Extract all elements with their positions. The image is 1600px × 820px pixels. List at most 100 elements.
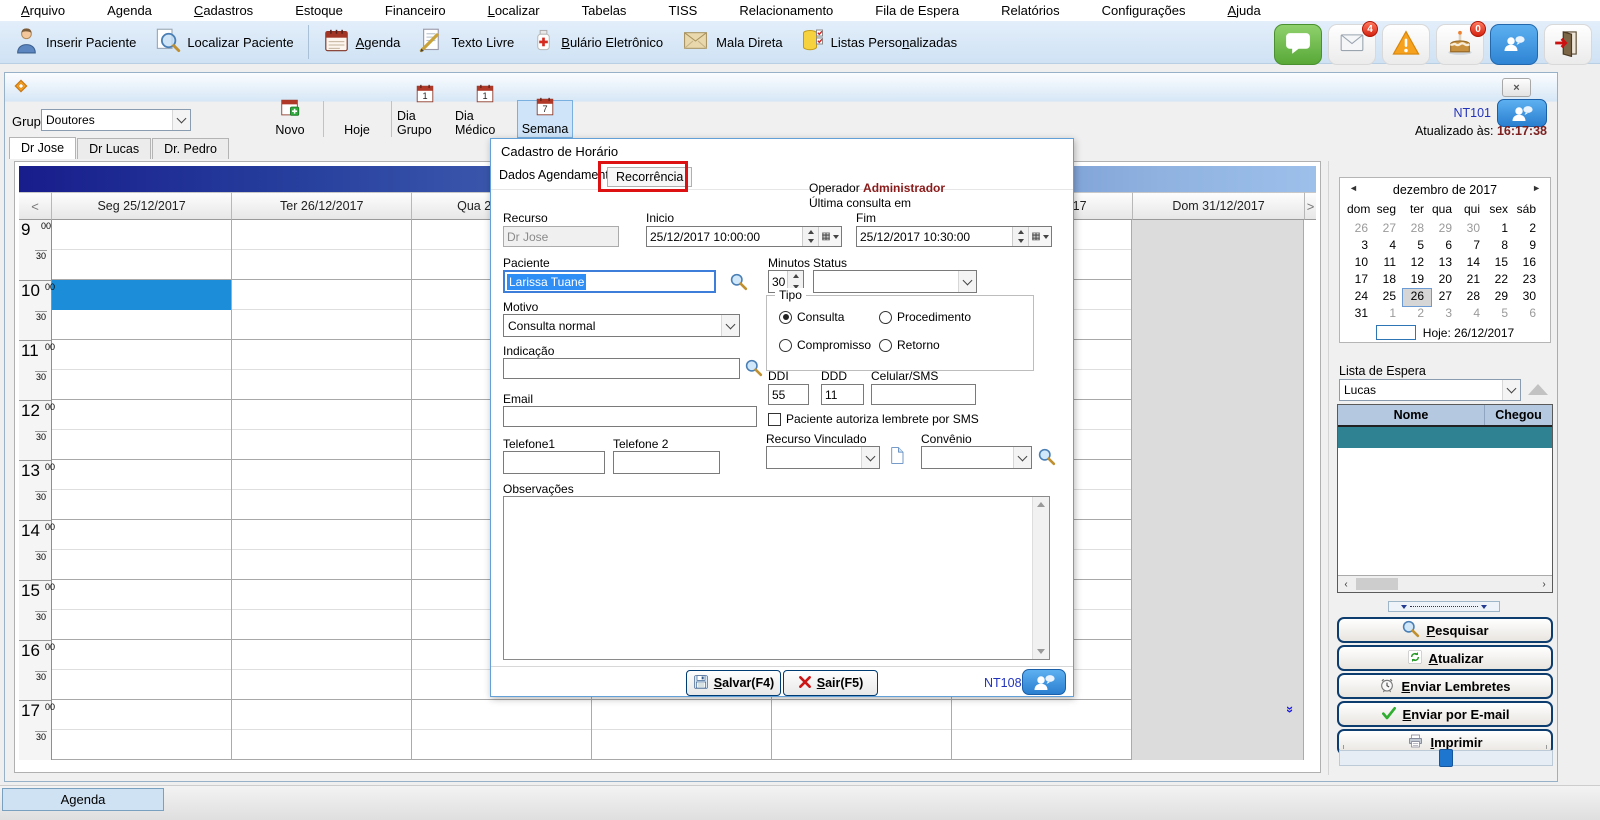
time-slot[interactable]	[52, 400, 231, 430]
calendar-dropdown-icon[interactable]: ▦	[1028, 227, 1051, 246]
calendar-day[interactable]: 20	[1431, 272, 1459, 289]
time-slot[interactable]	[52, 640, 231, 670]
vertical-scrollbar[interactable]	[1032, 497, 1049, 659]
calendar-day[interactable]: 7	[1459, 238, 1487, 255]
menu-item-ajuda[interactable]: Ajuda	[1206, 1, 1281, 20]
column-header-chegou[interactable]: Chegou	[1485, 405, 1552, 425]
observacoes-textarea[interactable]	[503, 496, 1050, 660]
close-window-button[interactable]	[1502, 78, 1531, 97]
calendar-day[interactable]: 31	[1347, 306, 1375, 323]
radio-option-retorno[interactable]: Retorno	[879, 338, 940, 352]
mail-icon[interactable]: 4	[1328, 24, 1376, 65]
time-slot[interactable]	[232, 520, 411, 550]
menu-item-arquivo[interactable]: Arquivo	[0, 1, 86, 20]
calendar-day[interactable]: 16	[1515, 255, 1543, 272]
doctor-tab-dr-lucas[interactable]: Dr Lucas	[77, 138, 151, 159]
calendar-day[interactable]: 2	[1403, 306, 1431, 323]
toolbar-button-2[interactable]: Localizar Paciente	[145, 23, 302, 61]
time-slot[interactable]	[772, 730, 951, 760]
ddi-field[interactable]	[768, 384, 809, 405]
toolbar-button-1[interactable]: Inserir Paciente	[6, 23, 145, 61]
sidebar-button-enviar-lembretes[interactable]: Enviar Lembretes	[1337, 673, 1553, 699]
time-slot[interactable]	[52, 340, 231, 370]
motivo-select[interactable]: Consulta normal	[503, 314, 740, 337]
time-slot[interactable]	[52, 670, 231, 700]
taskbar-tab-agenda[interactable]: Agenda	[2, 788, 164, 811]
calendar-dropdown-icon[interactable]: ▦	[818, 227, 841, 246]
calendar-day[interactable]: 17	[1347, 272, 1375, 289]
toolbar-button-7[interactable]: Listas Personalizadas	[792, 23, 966, 61]
menu-item-financeiro[interactable]: Financeiro	[364, 1, 467, 20]
menu-item-fila-de-espera[interactable]: Fila de Espera	[854, 1, 980, 20]
menu-item-relacionamento[interactable]: Relacionamento	[718, 1, 854, 20]
calendar-day[interactable]: 4	[1459, 306, 1487, 323]
view-button-semana[interactable]: 7Semana	[517, 100, 573, 138]
calendar-day[interactable]: 27	[1375, 221, 1403, 238]
calendar-day[interactable]: 25	[1375, 289, 1403, 306]
time-slot[interactable]	[52, 370, 231, 400]
time-slot[interactable]	[952, 700, 1131, 730]
next-month-icon[interactable]: ►	[1532, 183, 1541, 193]
fim-field[interactable]: 25/12/2017 10:30:00 ▦	[856, 226, 1052, 247]
calendar-day[interactable]: 14	[1459, 255, 1487, 272]
spinner-icon[interactable]	[802, 227, 818, 246]
time-slot[interactable]	[952, 730, 1131, 760]
radio-option-procedimento[interactable]: Procedimento	[879, 310, 971, 324]
indicacao-field[interactable]	[503, 358, 740, 379]
exit-button[interactable]: Sair(F5)	[783, 670, 878, 696]
scroll-left-icon[interactable]: ‹	[1338, 579, 1354, 590]
time-slot[interactable]	[232, 400, 411, 430]
horizontal-scrollbar[interactable]: ‹ ›	[1338, 575, 1552, 592]
time-slot[interactable]	[232, 370, 411, 400]
online-users-icon[interactable]	[1490, 24, 1538, 65]
online-users-icon[interactable]	[1497, 99, 1547, 127]
calendar-day[interactable]: 26	[1403, 289, 1431, 306]
view-button-dia-m-dico[interactable]: 1Dia Médico	[455, 100, 515, 138]
calendar-day[interactable]: 18	[1375, 272, 1403, 289]
menu-item-agenda[interactable]: Agenda	[86, 1, 173, 20]
online-users-icon[interactable]	[1022, 669, 1066, 695]
calendar-day[interactable]: 30	[1459, 221, 1487, 238]
inicio-field[interactable]: 25/12/2017 10:00:00 ▦	[646, 226, 842, 247]
sidebar-button-enviar-por-e-mail[interactable]: Enviar por E-mail	[1337, 701, 1553, 727]
radio-option-compromisso[interactable]: Compromisso	[779, 338, 871, 352]
time-slot[interactable]	[592, 700, 771, 730]
collapse-arrow-icon[interactable]	[1528, 384, 1548, 395]
calendar-day[interactable]: 3	[1347, 238, 1375, 255]
chat-icon[interactable]	[1274, 24, 1322, 65]
day-header-0[interactable]: Seg 25/12/2017	[51, 192, 231, 220]
time-slot[interactable]	[232, 430, 411, 460]
toolbar-button-4[interactable]: Texto Livre	[409, 23, 523, 61]
calendar-day[interactable]: 30	[1515, 289, 1543, 306]
menu-item-tabelas[interactable]: Tabelas	[561, 1, 648, 20]
exit-icon[interactable]	[1544, 24, 1592, 65]
celular-field[interactable]	[871, 384, 976, 405]
time-slot[interactable]	[232, 250, 411, 280]
calendar-day[interactable]: 2	[1515, 221, 1543, 238]
calendar-day[interactable]: 8	[1487, 238, 1515, 255]
calendar-day[interactable]: 24	[1347, 289, 1375, 306]
save-button[interactable]: Salvar(F4)	[686, 670, 781, 696]
calendar-day[interactable]: 21	[1459, 272, 1487, 289]
email-field[interactable]	[503, 406, 757, 427]
time-slot[interactable]	[52, 220, 231, 250]
calendar-day[interactable]: 6	[1431, 238, 1459, 255]
calendar-day[interactable]: 1	[1487, 221, 1515, 238]
calendar-day[interactable]: 4	[1375, 238, 1403, 255]
calendar-day[interactable]: 27	[1431, 289, 1459, 306]
time-slot[interactable]	[232, 640, 411, 670]
calendar-day[interactable]: 6	[1515, 306, 1543, 323]
menu-item-tiss[interactable]: TISS	[647, 1, 718, 20]
alert-icon[interactable]	[1382, 24, 1430, 65]
sidebar-button-atualizar[interactable]: Atualizar	[1337, 645, 1553, 671]
time-slot[interactable]	[232, 730, 411, 760]
calendar-day[interactable]: 1	[1375, 306, 1403, 323]
view-button-novo[interactable]: Novo	[260, 100, 320, 138]
time-slot[interactable]	[52, 430, 231, 460]
time-slot[interactable]	[232, 310, 411, 340]
calendar-day[interactable]: 13	[1431, 255, 1459, 272]
time-slot[interactable]	[52, 610, 231, 640]
calendar-day[interactable]: 12	[1403, 255, 1431, 272]
time-slot[interactable]	[772, 700, 951, 730]
time-slot[interactable]	[52, 580, 231, 610]
